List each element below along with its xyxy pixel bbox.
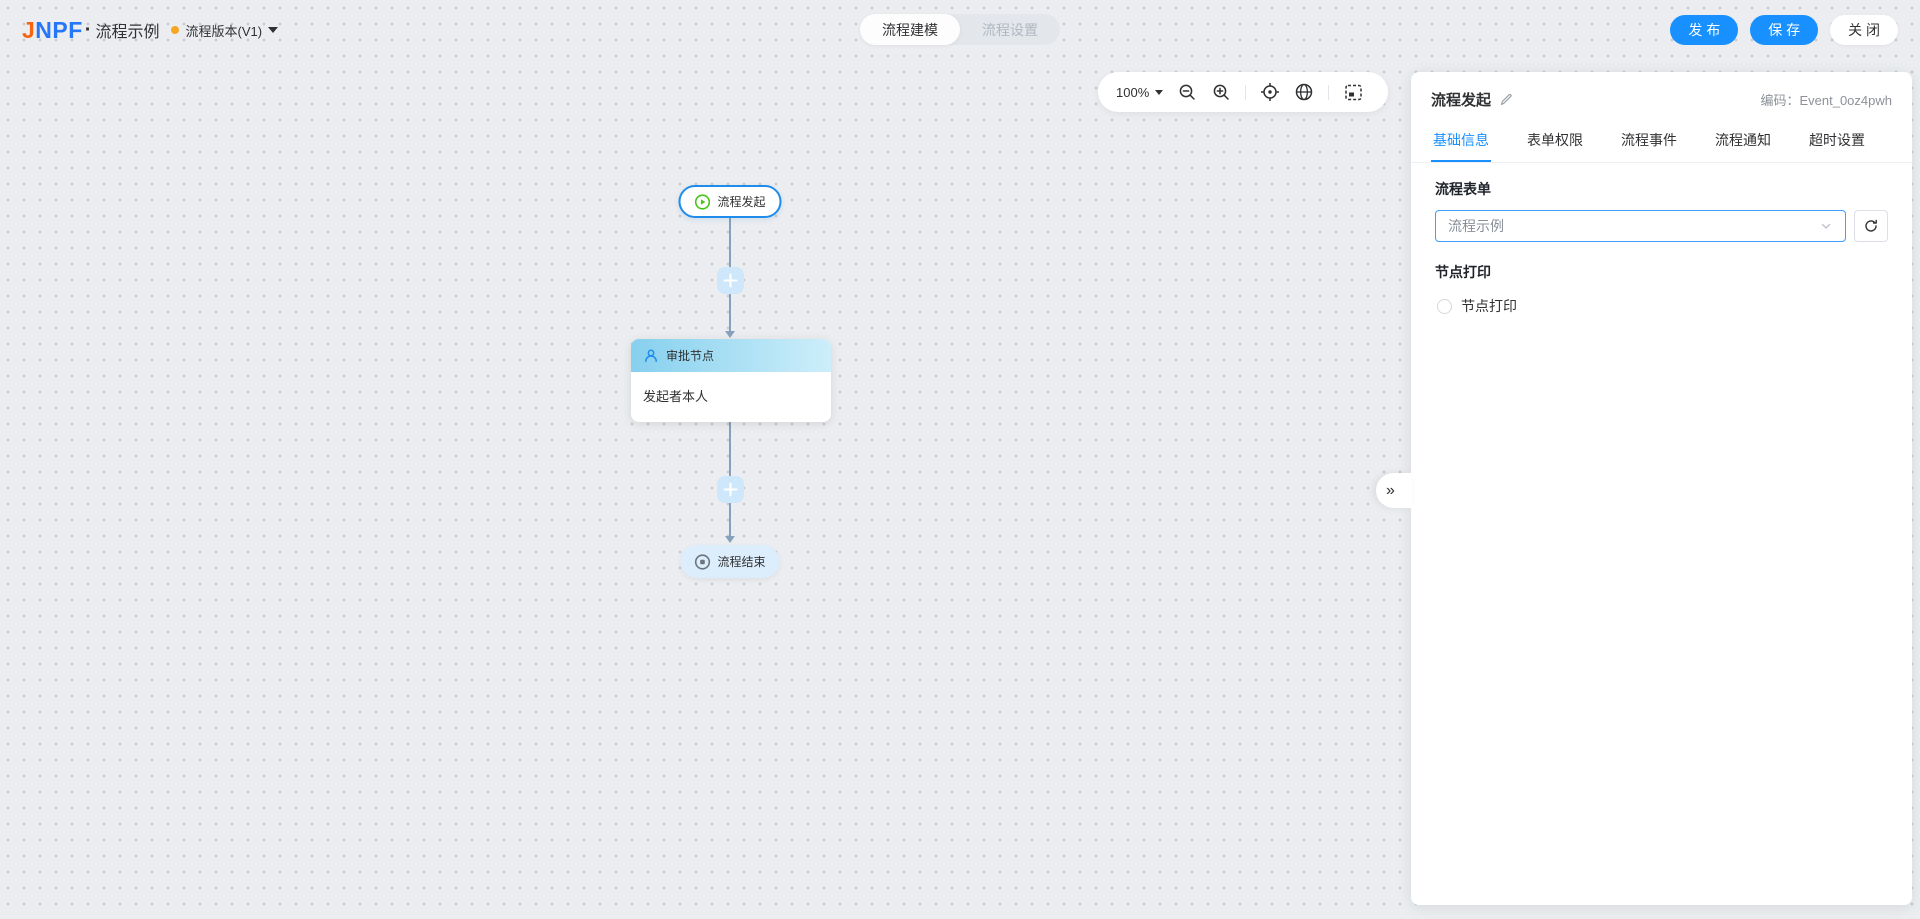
end-node-label: 流程结束 [717,555,766,569]
person-icon [645,349,657,362]
plus-icon [723,482,738,497]
locate-center-icon[interactable] [1260,82,1280,102]
toolbar-divider [1328,84,1330,100]
mode-tab-group: 流程建模 流程设置 [860,14,1060,45]
start-node-label: 流程发起 [717,195,766,209]
header-actions: 发 布 保 存 关 闭 [1670,15,1898,45]
toolbar-divider [1245,84,1247,100]
zoom-out-icon[interactable] [1177,82,1197,102]
approval-node-header: 审批节点 [631,339,831,372]
approval-node-title: 审批节点 [666,349,715,363]
version-label: 流程版本(V1) [185,23,263,39]
print-checkbox-row: 节点打印 [1435,296,1888,316]
zoom-level-dropdown[interactable]: 100% [1116,84,1164,100]
code-value: Event_0oz4pwh [1799,93,1892,108]
zoom-in-icon[interactable] [1211,82,1231,102]
panel-body: 流程表单 流程示例 节点打印 节点打印 [1411,163,1912,332]
save-button[interactable]: 保 存 [1750,15,1819,45]
tab-process-events[interactable]: 流程事件 [1619,122,1679,162]
plus-icon [723,273,738,288]
play-circle-icon [694,193,711,210]
process-form-select[interactable]: 流程示例 [1435,210,1847,242]
node-config-panel: 流程发起 编码：Event_0oz4pwh 基础信息 表单权限 流程事件 流程通… [1411,72,1912,905]
end-node[interactable]: 流程结束 [680,545,780,578]
edit-pencil-icon[interactable] [1499,92,1514,107]
form-select-row: 流程示例 [1435,210,1888,242]
print-checkbox[interactable] [1437,298,1452,314]
edge-arrowhead [725,536,735,543]
tab-process-notifications[interactable]: 流程通知 [1713,122,1773,162]
panel-collapse-button[interactable]: » [1376,473,1412,508]
app-logo[interactable]: J NPF [22,17,83,44]
code-label: 编码： [1760,93,1800,108]
start-node[interactable]: 流程发起 [678,185,782,218]
tab-process-modeling[interactable]: 流程建模 [860,14,960,45]
tab-process-settings[interactable]: 流程设置 [960,14,1060,45]
zoom-level-value: 100% [1116,84,1150,100]
logo-letter-j: J [22,16,36,43]
form-section-label: 流程表单 [1435,181,1491,197]
refresh-button[interactable] [1854,210,1888,242]
print-checkbox-label[interactable]: 节点打印 [1461,296,1517,316]
add-node-button-1[interactable] [717,267,744,294]
version-dot-icon [171,26,180,34]
process-form-select-value: 流程示例 [1448,218,1504,234]
print-section-label: 节点打印 [1435,264,1491,280]
add-node-button-2[interactable] [717,476,744,503]
approval-node-assignee: 发起者本人 [643,389,709,404]
workflow-title: 流程示例 [95,24,160,41]
panel-title: 流程发起 [1431,92,1492,109]
caret-down-icon [268,27,279,33]
stop-circle-icon [694,553,711,570]
edge-arrowhead [725,331,735,338]
node-code: 编码：Event_0oz4pwh [1760,90,1892,109]
refresh-icon [1865,219,1877,232]
approval-node[interactable]: 审批节点 发起者本人 [631,339,831,422]
version-dropdown[interactable]: 流程版本(V1) [171,21,279,40]
fit-view-globe-icon[interactable] [1294,82,1314,102]
logo-separator: · [84,18,92,41]
workflow-designer: J NPF · 流程示例 流程版本(V1) 流程建模 流程设置 发 布 保 存 关… [0,0,1920,919]
minimap-icon[interactable] [1343,82,1363,102]
panel-tabs: 基础信息 表单权限 流程事件 流程通知 超时设置 [1411,122,1912,163]
double-chevron-right-icon: » [1386,481,1395,499]
caret-down-icon [1155,89,1164,95]
tab-basic-info[interactable]: 基础信息 [1431,122,1491,162]
close-button[interactable]: 关 闭 [1830,15,1898,45]
chevron-down-icon [1821,223,1831,229]
publish-button[interactable]: 发 布 [1670,15,1739,45]
tab-timeout-settings[interactable]: 超时设置 [1807,122,1867,162]
top-header: J NPF · 流程示例 流程版本(V1) 流程建模 流程设置 发 布 保 存 关… [0,0,1920,60]
logo-letters-npf: NPF [35,16,83,43]
canvas-toolbar: 100% [1098,72,1388,112]
tab-form-permissions[interactable]: 表单权限 [1525,122,1585,162]
panel-header: 流程发起 编码：Event_0oz4pwh [1411,72,1912,122]
